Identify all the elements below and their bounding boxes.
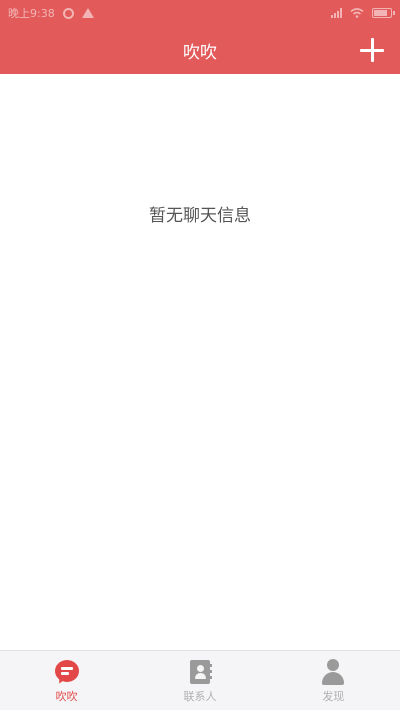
sync-icon [62, 7, 74, 19]
page-title: 吹吹 [183, 42, 217, 63]
warning-icon [81, 8, 94, 18]
wifi-icon [350, 8, 364, 18]
add-button[interactable] [360, 38, 384, 62]
bottom-nav: 吹吹 联系人 发现 [0, 650, 400, 710]
battery-icon [372, 8, 395, 18]
plus-icon-vertical [371, 38, 374, 62]
tab-label: 发现 [322, 690, 345, 703]
status-left: 晚上9:38 [8, 5, 94, 21]
tab-label: 吹吹 [55, 690, 78, 703]
tab-discover[interactable]: 发现 [267, 651, 400, 710]
header: 吹吹 [0, 26, 400, 74]
contacts-book-icon [187, 659, 213, 685]
app-root: 晚上9:38 吹吹 暂无聊天信息 吹吹 联系人 发现 [0, 0, 400, 710]
empty-message: 暂无聊天信息 [149, 206, 251, 226]
tab-chat[interactable]: 吹吹 [0, 651, 133, 710]
tab-contacts[interactable]: 联系人 [133, 651, 266, 710]
chat-bubble-icon [54, 659, 80, 686]
status-right [331, 8, 395, 18]
tab-label: 联系人 [183, 690, 217, 703]
status-bar: 晚上9:38 [0, 0, 400, 26]
signal-icon [331, 8, 342, 18]
person-icon [320, 659, 346, 685]
status-time: 晚上9:38 [8, 7, 55, 20]
chat-list: 暂无聊天信息 [0, 74, 400, 650]
